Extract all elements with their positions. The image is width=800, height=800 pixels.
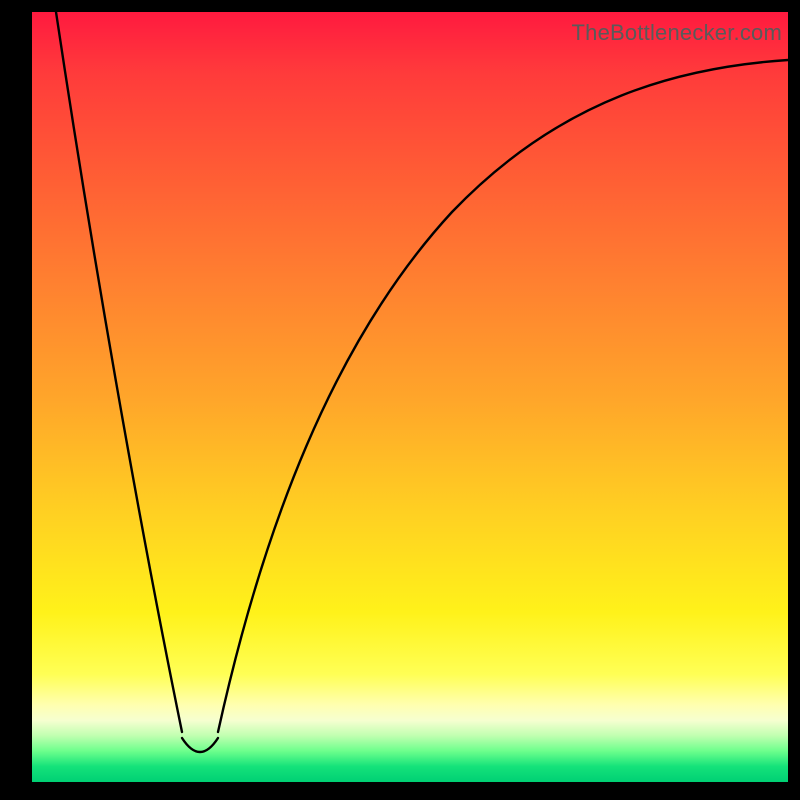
curve-right-branch	[218, 60, 788, 732]
chart-plot-area: TheBottlenecker.com	[32, 12, 788, 782]
bottleneck-curve	[32, 12, 788, 782]
chart-frame: TheBottlenecker.com	[0, 0, 800, 800]
curve-left-branch	[56, 12, 182, 732]
optimal-dip-marker	[182, 738, 218, 752]
